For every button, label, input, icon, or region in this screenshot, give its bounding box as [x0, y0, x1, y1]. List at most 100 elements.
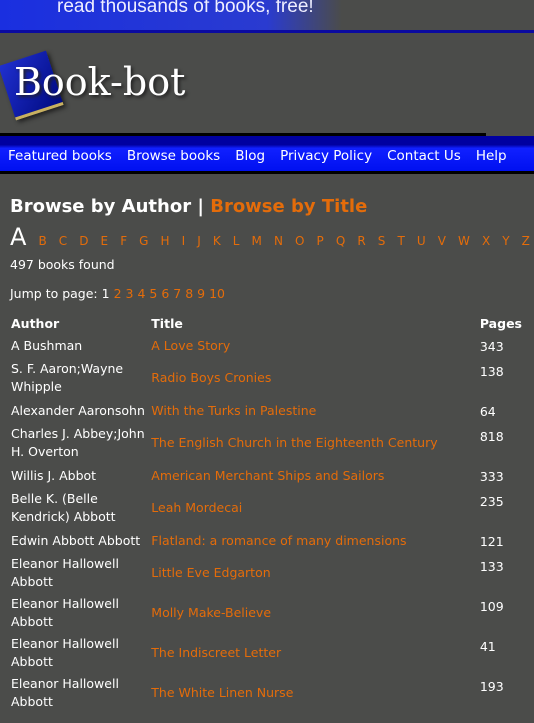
letter-c[interactable]: C	[59, 234, 67, 248]
letter-h[interactable]: H	[161, 234, 170, 248]
page-link-9[interactable]: 9	[197, 286, 205, 301]
title-link[interactable]: Flatland: a romance of many dimensions	[151, 533, 406, 548]
title-link[interactable]: Leah Mordecai	[151, 500, 242, 515]
table-row: A Bushman A Love Story 343	[9, 333, 524, 358]
title-link[interactable]: With the Turks in Palestine	[151, 403, 316, 418]
pages-cell: 109	[479, 599, 504, 614]
nav-featured-books[interactable]: Featured books	[8, 148, 112, 164]
title-link[interactable]: Radio Boys Cronies	[151, 370, 271, 385]
page-link-4[interactable]: 4	[137, 286, 145, 301]
table-row: Willis J. Abbot American Merchant Ships a…	[9, 463, 524, 488]
title-cell: American Merchant Ships and Sailors	[149, 463, 478, 488]
header-pages: Pages	[479, 315, 522, 331]
title-link[interactable]: The White Linen Nurse	[151, 685, 293, 700]
letter-w[interactable]: W	[458, 234, 470, 248]
author-cell: Eleanor Hallowell Abbott	[11, 596, 119, 629]
books-table: Author Title Pages A Bushman A Love Story…	[9, 313, 524, 713]
author-cell: Eleanor Hallowell Abbott	[11, 636, 119, 669]
letter-x[interactable]: X	[482, 234, 490, 248]
page-link-2[interactable]: 2	[114, 286, 122, 301]
page-link-6[interactable]: 6	[161, 286, 169, 301]
author-cell: Edwin Abbott Abbott	[11, 532, 141, 548]
author-cell: Belle K. (Belle Kendrick) Abbott	[11, 491, 116, 524]
nav-browse-books[interactable]: Browse books	[127, 148, 220, 164]
author-cell: Eleanor Hallowell Abbott	[11, 556, 119, 589]
letter-u[interactable]: U	[417, 234, 426, 248]
table-row: Eleanor Hallowell Abbott Molly Make-Belie…	[9, 593, 524, 633]
current-letter: A	[10, 223, 27, 251]
title-cell: The English Church in the Eighteenth Cen…	[149, 423, 478, 463]
letter-z[interactable]: Z	[522, 234, 530, 248]
letter-g[interactable]: G	[139, 234, 148, 248]
nav-help[interactable]: Help	[476, 148, 507, 164]
table-row: Alexander Aaronsohn With the Turks in Pal…	[9, 398, 524, 423]
page-link-5[interactable]: 5	[149, 286, 157, 301]
pages-cell: 333	[479, 469, 504, 484]
letter-b[interactable]: B	[38, 234, 46, 248]
title-cell: Radio Boys Cronies	[149, 358, 478, 398]
page-link-3[interactable]: 3	[126, 286, 134, 301]
table-row: Eleanor Hallowell Abbott The White Linen …	[9, 673, 524, 713]
letter-j[interactable]: J	[197, 234, 201, 248]
pagination: Jump to page: 1 2 3 4 5 6 7 8 9 10	[10, 286, 524, 301]
heading-separator: |	[197, 196, 204, 217]
title-link[interactable]: Little Eve Edgarton	[151, 565, 270, 580]
title-link[interactable]: Molly Make-Believe	[151, 605, 271, 620]
letter-q[interactable]: Q	[336, 234, 345, 248]
author-cell: Willis J. Abbot	[11, 467, 97, 483]
page-heading: Browse by Author | Browse by Title	[10, 196, 524, 217]
title-link[interactable]: American Merchant Ships and Sailors	[151, 468, 384, 483]
pages-cell: 818	[479, 429, 504, 444]
letter-o[interactable]: O	[295, 234, 304, 248]
page-link-10[interactable]: 10	[209, 286, 225, 301]
title-cell: A Love Story	[149, 333, 478, 358]
letter-v[interactable]: V	[438, 234, 446, 248]
page-link-7[interactable]: 7	[173, 286, 181, 301]
table-row: Charles J. Abbey;John H. Overton The Engl…	[9, 423, 524, 463]
table-row: S. F. Aaron;Wayne Whipple Radio Boys Cron…	[9, 358, 524, 398]
letter-i[interactable]: I	[182, 234, 186, 248]
letter-k[interactable]: K	[213, 234, 221, 248]
results-count: 497 books found	[10, 257, 115, 272]
title-link[interactable]: The Indiscreet Letter	[151, 645, 281, 660]
current-page: 1	[101, 286, 110, 301]
browse-by-author: Browse by Author	[10, 196, 192, 217]
letter-f[interactable]: F	[120, 234, 127, 248]
title-link[interactable]: A Love Story	[151, 338, 230, 353]
letter-n[interactable]: N	[274, 234, 283, 248]
title-link[interactable]: The English Church in the Eighteenth Cen…	[151, 435, 437, 450]
letter-m[interactable]: M	[252, 234, 262, 248]
nav-blog[interactable]: Blog	[235, 148, 265, 164]
letter-l[interactable]: L	[233, 234, 240, 248]
main-content: Browse by Author | Browse by Title A BCD…	[0, 174, 534, 713]
letter-s[interactable]: S	[378, 234, 386, 248]
top-banner: read thousands of books, free!	[0, 0, 534, 33]
letter-e[interactable]: E	[101, 234, 109, 248]
title-cell: Molly Make-Believe	[149, 593, 478, 633]
browse-by-title-link[interactable]: Browse by Title	[210, 196, 367, 217]
main-nav: Featured books Browse books Blog Privacy Po…	[0, 136, 534, 174]
table-row: Eleanor Hallowell Abbott The Indiscreet L…	[9, 633, 524, 673]
pages-cell: 121	[479, 534, 504, 549]
nav-privacy-policy[interactable]: Privacy Policy	[280, 148, 372, 164]
letter-y[interactable]: Y	[502, 234, 509, 248]
author-cell: Charles J. Abbey;John H. Overton	[11, 426, 145, 459]
nav-contact-us[interactable]: Contact Us	[387, 148, 461, 164]
author-cell: S. F. Aaron;Wayne Whipple	[11, 361, 124, 394]
header-author: Author	[11, 315, 60, 331]
table-row: Belle K. (Belle Kendrick) Abbott Leah Mor…	[9, 488, 524, 528]
header-title: Title	[151, 315, 183, 331]
logo[interactable]: Book-bot	[0, 50, 185, 121]
letter-p[interactable]: P	[317, 234, 324, 248]
pages-cell: 64	[479, 404, 496, 419]
alphabet-nav: A BCDEFGHIJKLMNOPQRSTUVWXYZ	[10, 223, 530, 251]
page-link-8[interactable]: 8	[185, 286, 193, 301]
letter-t[interactable]: T	[397, 234, 404, 248]
pages-cell: 133	[479, 559, 504, 574]
pages-cell: 41	[479, 639, 496, 654]
letter-d[interactable]: D	[79, 234, 88, 248]
title-cell: The White Linen Nurse	[149, 673, 478, 713]
title-cell: The Indiscreet Letter	[149, 633, 478, 673]
title-cell: Little Eve Edgarton	[149, 553, 478, 593]
letter-r[interactable]: R	[357, 234, 365, 248]
